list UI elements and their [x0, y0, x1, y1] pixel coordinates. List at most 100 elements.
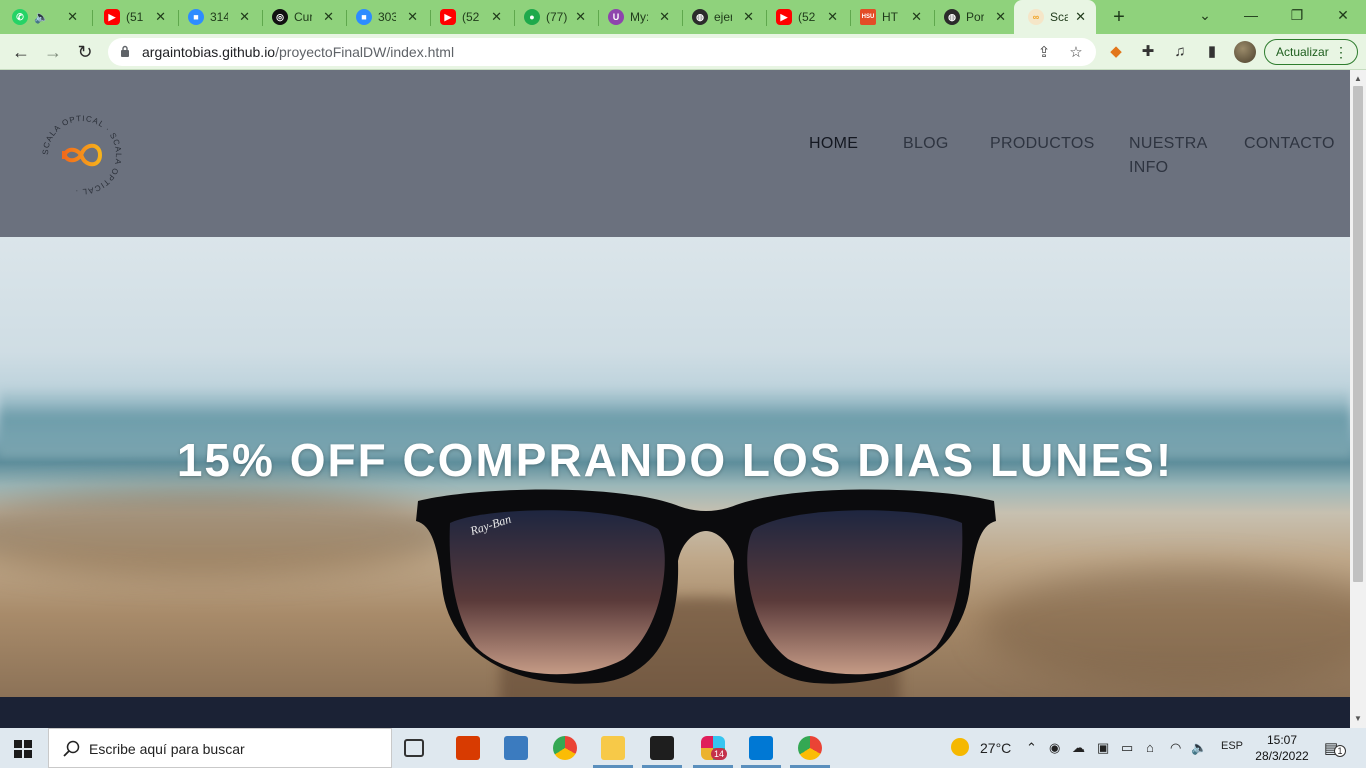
chrome-profile-icon[interactable] — [798, 736, 822, 760]
close-icon[interactable]: ✕ — [323, 9, 334, 25]
battery-icon[interactable]: ▭ — [1121, 740, 1133, 756]
scala-icon: ∞ — [1028, 9, 1044, 25]
browser-tab[interactable]: ✆ 🔈 ✕ — [12, 0, 88, 34]
scrollbar-thumb[interactable] — [1353, 86, 1363, 582]
tab-title: Sca — [1050, 10, 1068, 24]
youtube-icon: ▶ — [104, 9, 120, 25]
nav-nuestra-info[interactable]: NUESTRA INFO — [1129, 132, 1208, 180]
nav-contacto[interactable]: CONTACTO — [1244, 132, 1335, 156]
notifications-icon[interactable]: ▤ 1 — [1324, 739, 1346, 757]
update-label: Actualizar — [1276, 45, 1329, 59]
chat-icon: ● — [524, 9, 540, 25]
scroll-down-icon[interactable]: ▼ — [1354, 714, 1362, 723]
language-indicator[interactable]: ESP — [1221, 740, 1243, 752]
course-icon: ◎ — [272, 9, 288, 25]
hero-banner: Ray-Ban 15% OFF COMPRANDO LOS DIAS LUNES… — [0, 237, 1350, 697]
windows-start-icon[interactable] — [14, 740, 32, 758]
nav-blog[interactable]: BLOG — [903, 132, 949, 156]
browser-tab[interactable]: ◍ ejer ✕ — [692, 0, 764, 34]
browser-tab[interactable]: ▶ (52 ✕ — [776, 0, 848, 34]
browser-tab[interactable]: ● (77) ✕ — [524, 0, 596, 34]
section-band — [0, 697, 1350, 728]
record-icon[interactable]: ◉ — [1049, 740, 1060, 756]
wifi-icon[interactable]: ◠ — [1170, 740, 1181, 756]
tab-title: Cur — [294, 10, 312, 24]
page-viewport: SCALA OPTICAL · SCALA OPTICAL · HOME BLO… — [0, 70, 1350, 728]
browser-tab[interactable]: U My: ✕ — [608, 0, 680, 34]
browser-tab-active[interactable]: ∞ Sca ✕ — [1014, 0, 1096, 34]
close-icon[interactable]: ✕ — [491, 9, 502, 25]
chrome-icon[interactable] — [553, 736, 577, 760]
file-explorer-icon[interactable] — [601, 736, 625, 760]
tray-expand-icon[interactable]: ⌃ — [1026, 740, 1037, 756]
close-icon[interactable]: ✕ — [407, 9, 418, 25]
close-icon[interactable]: ✕ — [911, 9, 922, 25]
windows-taskbar: Escribe aquí para buscar 14 27°C ⌃ ◉ ☁ ▣… — [0, 728, 1366, 768]
menu-dots-icon[interactable]: ⋮ — [1334, 40, 1348, 64]
browser-tab[interactable]: ▶ (51 ✕ — [104, 0, 176, 34]
browser-tab[interactable]: ◍ Por ✕ — [944, 0, 1016, 34]
hero-title: 15% OFF COMPRANDO LOS DIAS LUNES! — [176, 434, 1174, 486]
taskbar-clock[interactable]: 15:07 28/3/2022 — [1254, 732, 1310, 764]
close-icon[interactable]: ✕ — [995, 9, 1006, 25]
weather-temp[interactable]: 27°C — [980, 740, 1011, 756]
tab-title: (77) — [546, 10, 568, 24]
notification-badge: 14 — [711, 748, 728, 760]
nav-productos[interactable]: PRODUCTOS — [990, 132, 1095, 156]
close-icon[interactable]: ✕ — [155, 9, 166, 25]
close-icon[interactable]: ✕ — [1075, 9, 1086, 25]
address-bar[interactable]: argaintobias.github.io/proyectoFinalDW/i… — [108, 38, 1096, 66]
scala-optical-logo[interactable]: SCALA OPTICAL · SCALA OPTICAL · — [40, 113, 124, 197]
update-button[interactable]: Actualizar ⋮ — [1264, 39, 1358, 65]
bookmark-star-icon[interactable]: ☆ — [1066, 43, 1086, 61]
tab-search-icon[interactable]: ⌄ — [1190, 4, 1220, 26]
media-control-icon[interactable]: ♫ — [1170, 42, 1190, 62]
onedrive-icon[interactable]: ☁ — [1072, 740, 1085, 756]
close-icon[interactable]: ✕ — [67, 9, 78, 25]
zoom-icon: ■ — [188, 9, 204, 25]
vscode-icon[interactable] — [749, 736, 773, 760]
taskbar-search[interactable]: Escribe aquí para buscar — [48, 728, 392, 768]
side-panel-icon[interactable]: ▮ — [1202, 42, 1222, 62]
close-icon[interactable]: ✕ — [659, 9, 670, 25]
close-icon[interactable]: ✕ — [575, 9, 586, 25]
weather-sun-icon[interactable] — [951, 738, 969, 756]
browser-tab[interactable]: ▶ (52 ✕ — [440, 0, 512, 34]
minimize-button[interactable]: — — [1236, 4, 1266, 26]
share-icon[interactable]: ⇪ — [1034, 43, 1054, 61]
nav-home[interactable]: HOME — [809, 132, 858, 156]
extensions-puzzle-icon[interactable]: ✚ — [1138, 42, 1158, 62]
reload-button[interactable]: ↻ — [73, 40, 97, 64]
tab-title: 303 — [378, 10, 396, 24]
terminal-icon[interactable] — [650, 736, 674, 760]
browser-tab[interactable]: ◎ Cur ✕ — [272, 0, 344, 34]
speaker-icon[interactable]: 🔈 — [34, 10, 56, 24]
close-icon[interactable]: ✕ — [743, 9, 754, 25]
html-icon: HSU — [860, 9, 876, 25]
tab-title: My: — [630, 10, 648, 24]
slack-icon[interactable]: 14 — [701, 736, 728, 760]
page-scrollbar[interactable]: ▲ ▼ — [1350, 70, 1366, 728]
browser-tab-strip: ✆ 🔈 ✕ ▶ (51 ✕ ■ 314 ✕ ◎ Cur ✕ ■ 303 ✕ ▶ … — [0, 0, 1366, 34]
browser-tab[interactable]: ■ 303 ✕ — [356, 0, 428, 34]
security-icon[interactable]: ▣ — [1097, 740, 1109, 756]
forward-button[interactable]: → — [41, 40, 65, 64]
office-icon[interactable] — [456, 736, 480, 760]
maximize-button[interactable]: ❐ — [1282, 4, 1312, 26]
tab-title: (52 — [798, 10, 816, 24]
new-tab-button[interactable]: + — [1108, 6, 1130, 28]
scroll-up-icon[interactable]: ▲ — [1354, 74, 1362, 83]
device-icon[interactable]: ⌂ — [1146, 740, 1154, 755]
profile-avatar[interactable] — [1234, 41, 1256, 63]
photos-icon[interactable] — [504, 736, 528, 760]
tab-title: ejer — [714, 10, 732, 24]
back-button[interactable]: ← — [9, 40, 33, 64]
close-icon[interactable]: ✕ — [239, 9, 250, 25]
close-icon[interactable]: ✕ — [827, 9, 838, 25]
metamask-icon[interactable]: ◆ — [1106, 42, 1126, 62]
task-view-icon[interactable] — [404, 739, 424, 757]
browser-tab[interactable]: HSU HT ✕ — [860, 0, 932, 34]
browser-tab[interactable]: ■ 314 ✕ — [188, 0, 260, 34]
volume-icon[interactable]: 🔈 — [1191, 740, 1207, 756]
close-window-button[interactable]: ✕ — [1328, 4, 1358, 26]
